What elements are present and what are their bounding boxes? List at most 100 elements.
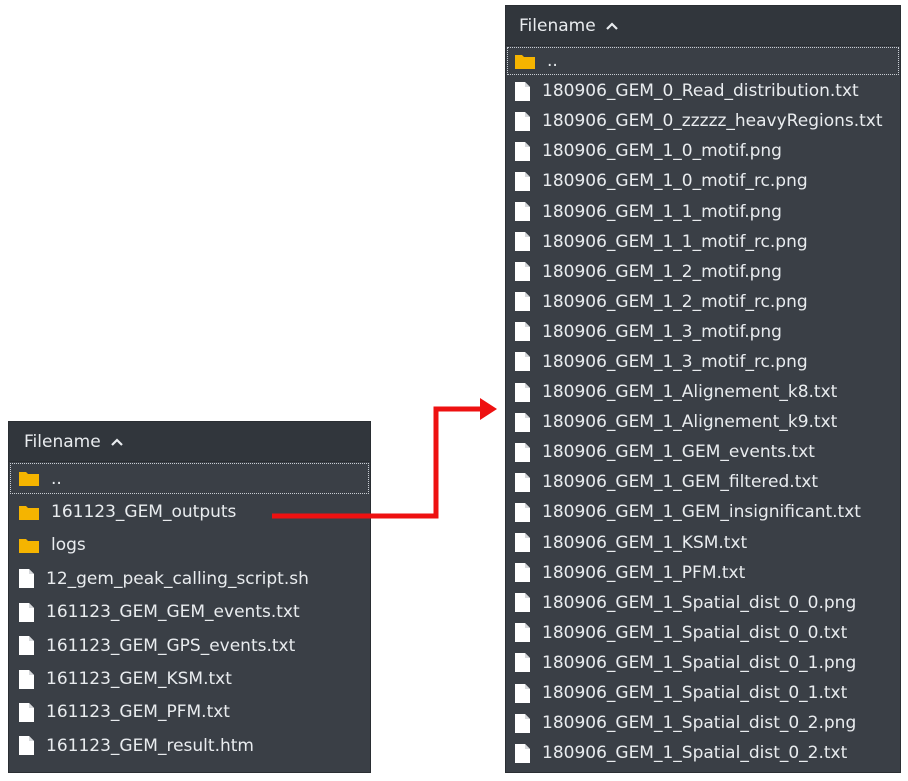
row-label: 180906_GEM_1_1_motif_rc.png — [542, 231, 808, 252]
file-row[interactable]: 180906_GEM_1_Spatial_dist_0_2.txt — [506, 738, 900, 768]
file-icon — [514, 412, 531, 433]
row-label: 180906_GEM_1_0_motif.png — [542, 141, 782, 162]
file-row[interactable]: 180906_GEM_1_2_motif.png — [506, 257, 900, 287]
row-label: 161123_GEM_outputs — [51, 502, 237, 523]
row-label: 180906_GEM_1_3_motif_rc.png — [542, 351, 808, 372]
file-icon — [18, 602, 35, 623]
file-icon — [514, 532, 531, 553]
file-row[interactable]: 180906_GEM_1_1_motif_rc.png — [506, 227, 900, 257]
parent-directory-row[interactable]: .. — [506, 46, 900, 76]
row-label: 180906_GEM_1_PFM.txt — [542, 562, 746, 583]
row-label: 161123_GEM_GEM_events.txt — [46, 602, 300, 623]
row-label: 180906_GEM_1_2_motif_rc.png — [542, 291, 808, 312]
file-rows: .. 161123_GEM_outputslogs 12_gem_peak_call… — [9, 462, 370, 763]
filename-column-header[interactable]: Filename — [9, 422, 370, 462]
chevron-up-icon — [110, 437, 123, 446]
file-row[interactable]: 180906_GEM_1_PFM.txt — [506, 558, 900, 588]
file-row[interactable]: 180906_GEM_1_Alignement_k9.txt — [506, 407, 900, 437]
file-row[interactable]: 180906_GEM_1_Spatial_dist_0_1.png — [506, 648, 900, 678]
file-row[interactable]: 180906_GEM_1_3_motif_rc.png — [506, 347, 900, 377]
row-label: 180906_GEM_1_3_motif.png — [542, 321, 782, 342]
row-label: 180906_GEM_1_0_motif_rc.png — [542, 171, 808, 192]
filename-column-header[interactable]: Filename — [506, 6, 900, 46]
folder-row[interactable]: logs — [9, 529, 370, 562]
file-row[interactable]: 161123_GEM_GEM_events.txt — [9, 596, 370, 629]
file-icon — [514, 592, 531, 613]
file-row[interactable]: 12_gem_peak_calling_script.sh — [9, 562, 370, 595]
left-file-list: Filename .. 161123_GEM_outputslogs 12_gem_… — [8, 421, 371, 773]
row-label: 180906_GEM_1_Spatial_dist_0_2.png — [542, 713, 857, 734]
file-row[interactable]: 180906_GEM_1_Spatial_dist_0_1.txt — [506, 678, 900, 708]
folder-icon — [18, 504, 40, 521]
file-icon — [514, 261, 531, 282]
file-row[interactable]: 180906_GEM_1_3_motif.png — [506, 317, 900, 347]
row-label: 180906_GEM_1_Spatial_dist_0_1.png — [542, 652, 857, 673]
row-label: 180906_GEM_0_zzzzz_heavyRegions.txt — [542, 111, 883, 132]
row-label: 161123_GEM_result.htm — [46, 735, 254, 756]
row-label: 180906_GEM_1_GEM_events.txt — [542, 442, 815, 463]
file-icon — [514, 562, 531, 583]
file-icon — [514, 81, 531, 102]
file-icon — [514, 111, 531, 132]
file-icon — [514, 351, 531, 372]
file-row[interactable]: 180906_GEM_1_0_motif_rc.png — [506, 166, 900, 196]
file-row[interactable]: 180906_GEM_1_1_motif.png — [506, 196, 900, 226]
row-label: 180906_GEM_1_Spatial_dist_0_0.txt — [542, 622, 848, 643]
file-icon — [514, 141, 531, 162]
row-label: 180906_GEM_1_GEM_insignificant.txt — [542, 502, 861, 523]
file-row[interactable]: 180906_GEM_1_0_motif.png — [506, 136, 900, 166]
filename-header-label: Filename — [519, 15, 596, 36]
row-label: 180906_GEM_1_Spatial_dist_0_1.txt — [542, 683, 848, 704]
row-label: .. — [51, 468, 62, 489]
row-label: 161123_GEM_GPS_events.txt — [46, 635, 296, 656]
file-row[interactable]: 180906_GEM_1_GEM_filtered.txt — [506, 467, 900, 497]
file-icon — [18, 702, 35, 723]
folder-icon — [18, 470, 40, 487]
filename-header-label: Filename — [24, 431, 101, 452]
file-row[interactable]: 180906_GEM_1_2_motif_rc.png — [506, 287, 900, 317]
file-row[interactable]: 180906_GEM_1_Spatial_dist_0_0.txt — [506, 618, 900, 648]
chevron-up-icon — [605, 21, 618, 30]
file-icon — [514, 171, 531, 192]
file-icon — [514, 291, 531, 312]
row-label: 161123_GEM_KSM.txt — [46, 669, 232, 690]
file-row[interactable]: 161123_GEM_result.htm — [9, 729, 370, 762]
file-icon — [514, 201, 531, 222]
file-icon — [514, 713, 531, 734]
file-icon — [18, 735, 35, 756]
file-row[interactable]: 180906_GEM_1_Alignement_k8.txt — [506, 377, 900, 407]
file-icon — [514, 502, 531, 523]
row-label: logs — [51, 535, 86, 556]
file-icon — [514, 321, 531, 342]
row-label: .. — [547, 51, 558, 72]
folder-icon — [18, 537, 40, 554]
file-icon — [514, 652, 531, 673]
file-row[interactable]: 180906_GEM_1_Spatial_dist_0_2.png — [506, 708, 900, 738]
file-row[interactable]: 161123_GEM_KSM.txt — [9, 662, 370, 695]
file-row[interactable]: 161123_GEM_GPS_events.txt — [9, 629, 370, 662]
file-icon — [18, 635, 35, 656]
file-icon — [514, 231, 531, 252]
file-icon — [18, 568, 35, 589]
row-label: 180906_GEM_1_1_motif.png — [542, 201, 782, 222]
row-label: 180906_GEM_1_Spatial_dist_0_0.png — [542, 592, 857, 613]
folder-row[interactable]: 161123_GEM_outputs — [9, 495, 370, 528]
file-row[interactable]: 180906_GEM_1_Spatial_dist_0_0.png — [506, 588, 900, 618]
file-row[interactable]: 180906_GEM_0_Read_distribution.txt — [506, 76, 900, 106]
file-row[interactable]: 180906_GEM_1_GEM_insignificant.txt — [506, 497, 900, 527]
file-row[interactable]: 161123_GEM_PFM.txt — [9, 696, 370, 729]
file-row[interactable]: 180906_GEM_1_GEM_events.txt — [506, 437, 900, 467]
file-icon — [514, 442, 531, 463]
file-rows: .. 180906_GEM_0_Read_distribution.txt 1809… — [506, 46, 900, 768]
file-icon — [514, 683, 531, 704]
row-label: 180906_GEM_1_GEM_filtered.txt — [542, 472, 819, 493]
parent-directory-row[interactable]: .. — [9, 462, 370, 495]
file-row[interactable]: 180906_GEM_0_zzzzz_heavyRegions.txt — [506, 106, 900, 136]
file-icon — [18, 669, 35, 690]
row-label: 161123_GEM_PFM.txt — [46, 702, 230, 723]
row-label: 180906_GEM_1_Alignement_k9.txt — [542, 412, 838, 433]
file-row[interactable]: 180906_GEM_1_KSM.txt — [506, 528, 900, 558]
row-label: 180906_GEM_0_Read_distribution.txt — [542, 81, 859, 102]
file-icon — [514, 472, 531, 493]
row-label: 180906_GEM_1_Spatial_dist_0_2.txt — [542, 743, 848, 764]
